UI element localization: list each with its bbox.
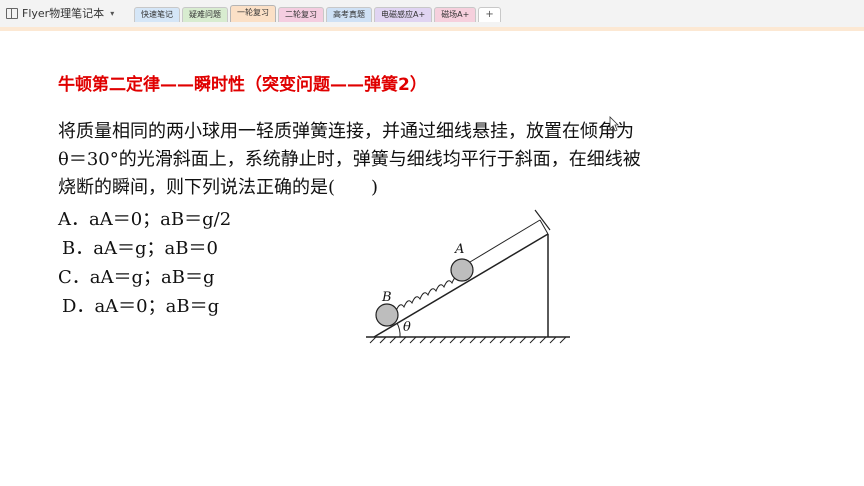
tab-section[interactable]: 二轮复习 — [278, 7, 324, 22]
question-line: 烧断的瞬间，则下列说法正确的是( ) — [58, 177, 379, 198]
tab-section[interactable]: 磁场A+ — [434, 7, 477, 22]
option-text: aA＝0；aB＝g/2 — [89, 209, 232, 230]
option-letter: A． — [58, 209, 89, 230]
label-a: A — [454, 242, 464, 257]
wall-top — [534, 209, 551, 231]
notebook-selector[interactable]: Flyer物理笔记本 ▾ — [6, 5, 114, 21]
add-tab-button[interactable]: + — [478, 7, 501, 22]
option-letter: C． — [58, 267, 90, 288]
question-text: 将质量相同的两小球用一轻质弹簧连接，并通过细线悬挂，放置在倾角为 θ＝30°的光… — [58, 118, 778, 202]
tab-section[interactable]: 一轮复习 — [230, 5, 276, 22]
incline-diagram: B A θ — [366, 209, 570, 344]
active-section-strip — [0, 27, 864, 31]
option-letter: B． — [62, 238, 94, 259]
option-c: C．aA＝g；aB＝g — [58, 264, 231, 293]
section-tabs: 快速笔记 疑难问题 一轮复习 二轮复习 高考真题 电磁感应A+ 磁场A+ + — [134, 5, 501, 24]
question-line: θ＝30°的光滑斜面上，系统静止时，弹簧与细线均平行于斜面，在细线被 — [58, 149, 641, 170]
notebook-icon — [6, 7, 18, 19]
notebook-title: Flyer物理笔记本 — [22, 7, 105, 20]
question-line: 将质量相同的两小球用一轻质弹簧连接，并通过细线悬挂，放置在倾角为 — [58, 121, 634, 142]
tab-section[interactable]: 疑难问题 — [182, 7, 228, 22]
option-text: aA＝g；aB＝0 — [93, 238, 218, 259]
angle-arc — [396, 322, 401, 338]
page-title: 牛顿第二定律——瞬时性（突变问题——弹簧2） — [58, 75, 427, 95]
tab-section[interactable]: 快速笔记 — [134, 7, 180, 22]
option-letter: D． — [62, 296, 95, 317]
ball-b — [375, 303, 399, 327]
string — [469, 219, 541, 263]
ground-hatch — [369, 336, 567, 344]
answer-options: A．aA＝0；aB＝g/2 B．aA＝g；aB＝0 C．aA＝g；aB＝g D．… — [58, 206, 231, 322]
notebook-tab-bar: Flyer物理笔记本 ▾ 快速笔记 疑难问题 一轮复习 二轮复习 高考真题 电磁感应A+ 磁… — [0, 0, 864, 28]
label-b: B — [381, 290, 392, 305]
tab-section[interactable]: 电磁感应A+ — [374, 7, 433, 22]
label-theta: θ — [403, 320, 411, 335]
option-text: aA＝g；aB＝g — [89, 267, 215, 288]
option-b: B．aA＝g；aB＝0 — [58, 235, 231, 264]
option-text: aA＝0；aB＝g — [94, 296, 220, 317]
option-d: D．aA＝0；aB＝g — [58, 293, 231, 322]
option-a: A．aA＝0；aB＝g/2 — [58, 206, 231, 235]
mouse-cursor-icon — [609, 116, 619, 132]
ball-a — [450, 258, 474, 282]
chevron-down-icon[interactable]: ▾ — [110, 9, 114, 18]
tab-section[interactable]: 高考真题 — [326, 7, 372, 22]
